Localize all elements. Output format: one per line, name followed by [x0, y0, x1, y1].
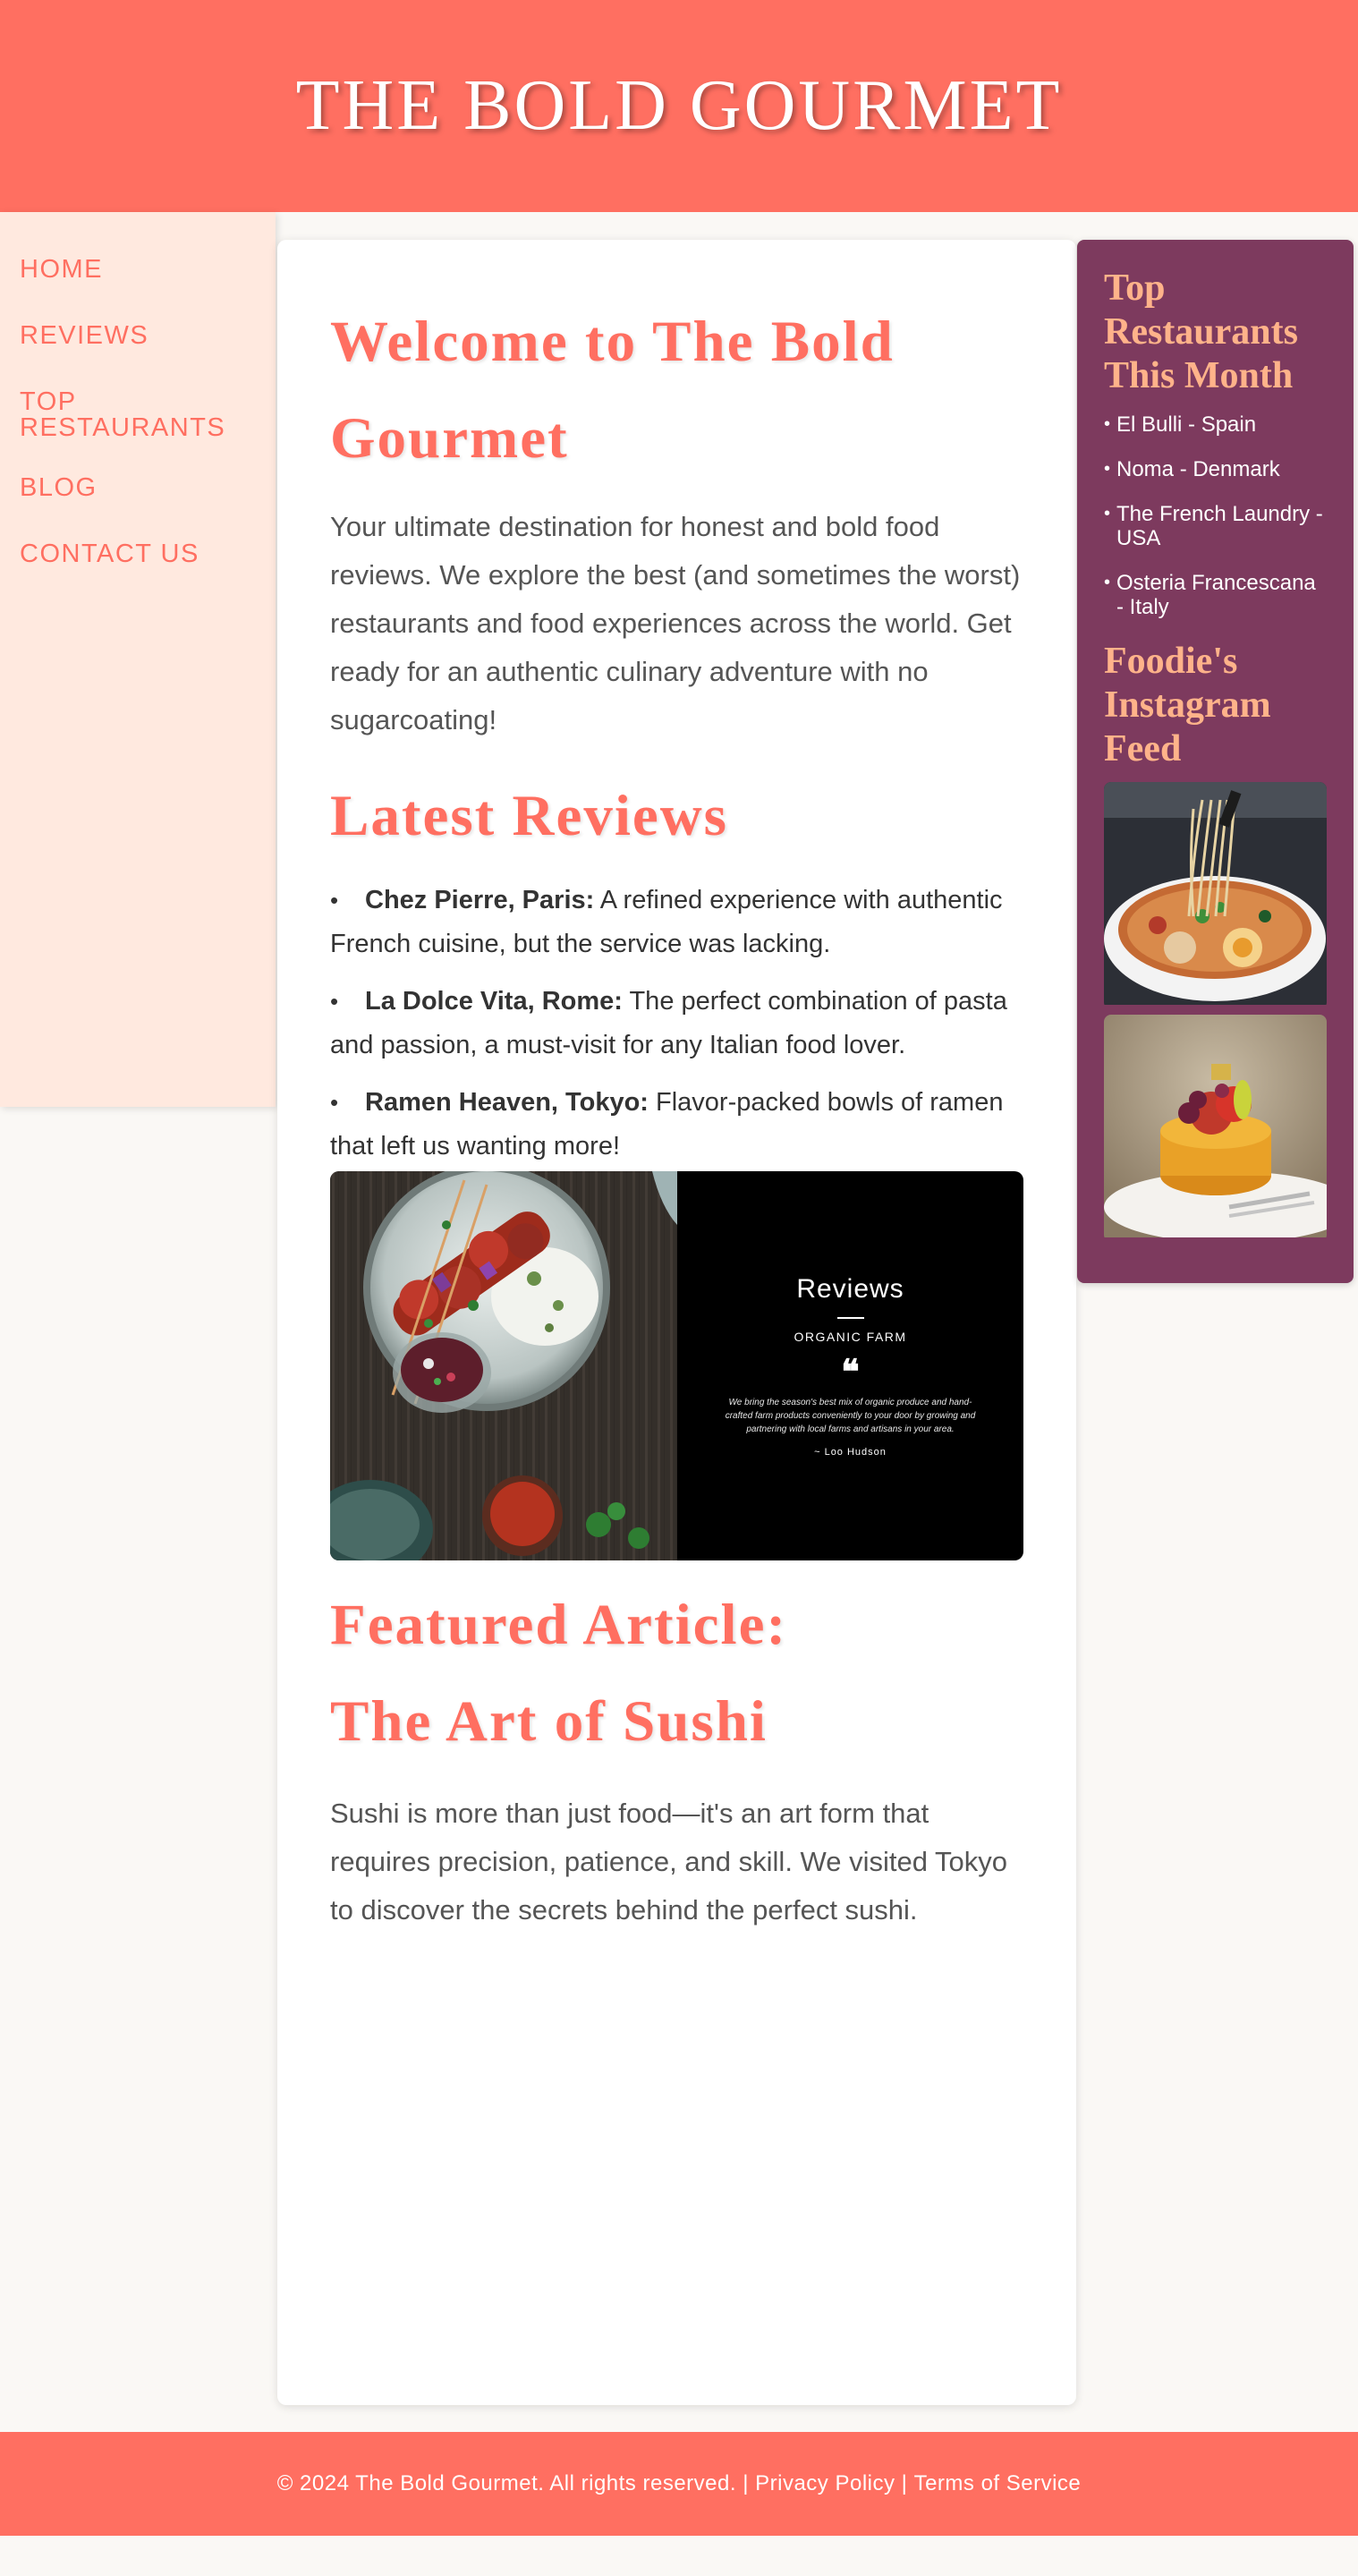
nav-contact-link[interactable]: CONTACT US — [0, 541, 276, 567]
bullet-icon: • — [1104, 414, 1111, 434]
terms-of-service-link[interactable]: Terms of Service — [914, 2471, 1082, 2496]
nav-blog-link[interactable]: BLOG — [0, 475, 276, 501]
nav-home-link[interactable]: HOME — [0, 257, 276, 283]
fruit-tart-illustration — [1104, 1015, 1327, 1242]
site-header: THE BOLD GOURMET — [0, 0, 1358, 212]
footer-separator: | — [895, 2471, 914, 2495]
reviews-banner-image: Reviews ORGANIC FARM ❝ We bring the seas… — [330, 1171, 1023, 1560]
nav-top-restaurants-link[interactable]: TOP RESTAURANTS — [0, 389, 225, 441]
site-footer: © 2024 The Bold Gourmet. All rights rese… — [0, 2432, 1358, 2536]
review-restaurant-name: Chez Pierre, Paris: — [365, 886, 595, 914]
featured-heading: Featured Article: The Art of Sushi — [330, 1577, 1023, 1770]
top-restaurant-item: • El Bulli - Spain — [1104, 412, 1327, 437]
welcome-heading: Welcome to The Bold Gourmet — [330, 310, 895, 471]
nav-reviews-link[interactable]: REVIEWS — [0, 323, 276, 349]
review-panel-title: Reviews — [796, 1274, 904, 1304]
bullet-icon: • — [330, 887, 339, 914]
copyright-text: © 2024 The Bold Gourmet. All rights rese… — [276, 2471, 737, 2495]
reviews-list: • Chez Pierre, Paris: A refined experienc… — [330, 879, 1023, 1169]
bullet-icon: • — [1104, 504, 1111, 523]
review-panel-subtitle: ORGANIC FARM — [794, 1330, 907, 1344]
skewer-plate-illustration — [330, 1171, 677, 1560]
review-quote-panel: Reviews ORGANIC FARM ❝ We bring the seas… — [677, 1171, 1023, 1560]
top-restaurant-item: • Osteria Francescana - Italy — [1104, 571, 1327, 619]
bullet-icon: • — [330, 1089, 339, 1116]
top-restaurant-name: Osteria Francescana - Italy — [1116, 571, 1316, 619]
top-restaurant-name: The French Laundry - USA — [1116, 502, 1323, 550]
top-restaurant-name: Noma - Denmark — [1116, 457, 1280, 481]
intro-paragraph: Your ultimate destination for honest and… — [330, 511, 1021, 735]
bullet-icon: • — [1104, 573, 1111, 592]
top-restaurant-item: • Noma - Denmark — [1104, 457, 1327, 481]
instagram-photo-tart[interactable] — [1104, 1015, 1327, 1242]
instagram-photo-ramen[interactable] — [1104, 782, 1327, 1009]
review-item: • La Dolce Vita, Rome: The perfect combin… — [330, 980, 1023, 1067]
main-content: Welcome to The Bold Gourmet Your ultimat… — [277, 240, 1076, 2405]
instagram-feed-heading: Foodie's Instagram Feed — [1104, 641, 1271, 769]
featured-heading-line-1: Featured Article: — [330, 1593, 788, 1657]
skewer-plate-photo — [330, 1171, 677, 1560]
main-nav: HOME REVIEWS TOP RESTAURANTS BLOG CONTAC… — [0, 212, 276, 1107]
right-sidebar: Top Restaurants This Month • El Bulli - S… — [1077, 240, 1354, 1283]
top-restaurant-name: El Bulli - Spain — [1116, 412, 1257, 437]
featured-heading-line-2: The Art of Sushi — [330, 1689, 768, 1754]
latest-reviews-heading: Latest Reviews — [330, 784, 728, 848]
review-item: • Ramen Heaven, Tokyo: Flavor-packed bowl… — [330, 1081, 1023, 1169]
top-restaurant-item: • The French Laundry - USA — [1104, 502, 1327, 550]
review-item: • Chez Pierre, Paris: A refined experienc… — [330, 879, 1023, 966]
review-panel-author: ~ Loo Hudson — [814, 1447, 887, 1458]
divider — [836, 1317, 864, 1319]
bullet-icon: • — [1104, 459, 1111, 479]
review-panel-quote: We bring the season's best mix of organi… — [725, 1398, 976, 1434]
ramen-bowl-illustration — [1104, 782, 1327, 1005]
quote-icon: ❝ — [841, 1351, 860, 1391]
top-restaurants-heading: Top Restaurants This Month — [1104, 268, 1298, 396]
privacy-policy-link[interactable]: Privacy Policy — [755, 2471, 895, 2496]
top-restaurants-list: • El Bulli - Spain • Noma - Denmark • The F… — [1104, 412, 1327, 619]
footer-separator: | — [736, 2471, 756, 2495]
bullet-icon: • — [330, 988, 339, 1015]
featured-article-text: Sushi is more than just food—it's an art… — [330, 1798, 1008, 1926]
review-restaurant-name: La Dolce Vita, Rome: — [365, 987, 623, 1016]
review-restaurant-name: Ramen Heaven, Tokyo: — [365, 1088, 649, 1117]
site-title: THE BOLD GOURMET — [295, 66, 1063, 145]
